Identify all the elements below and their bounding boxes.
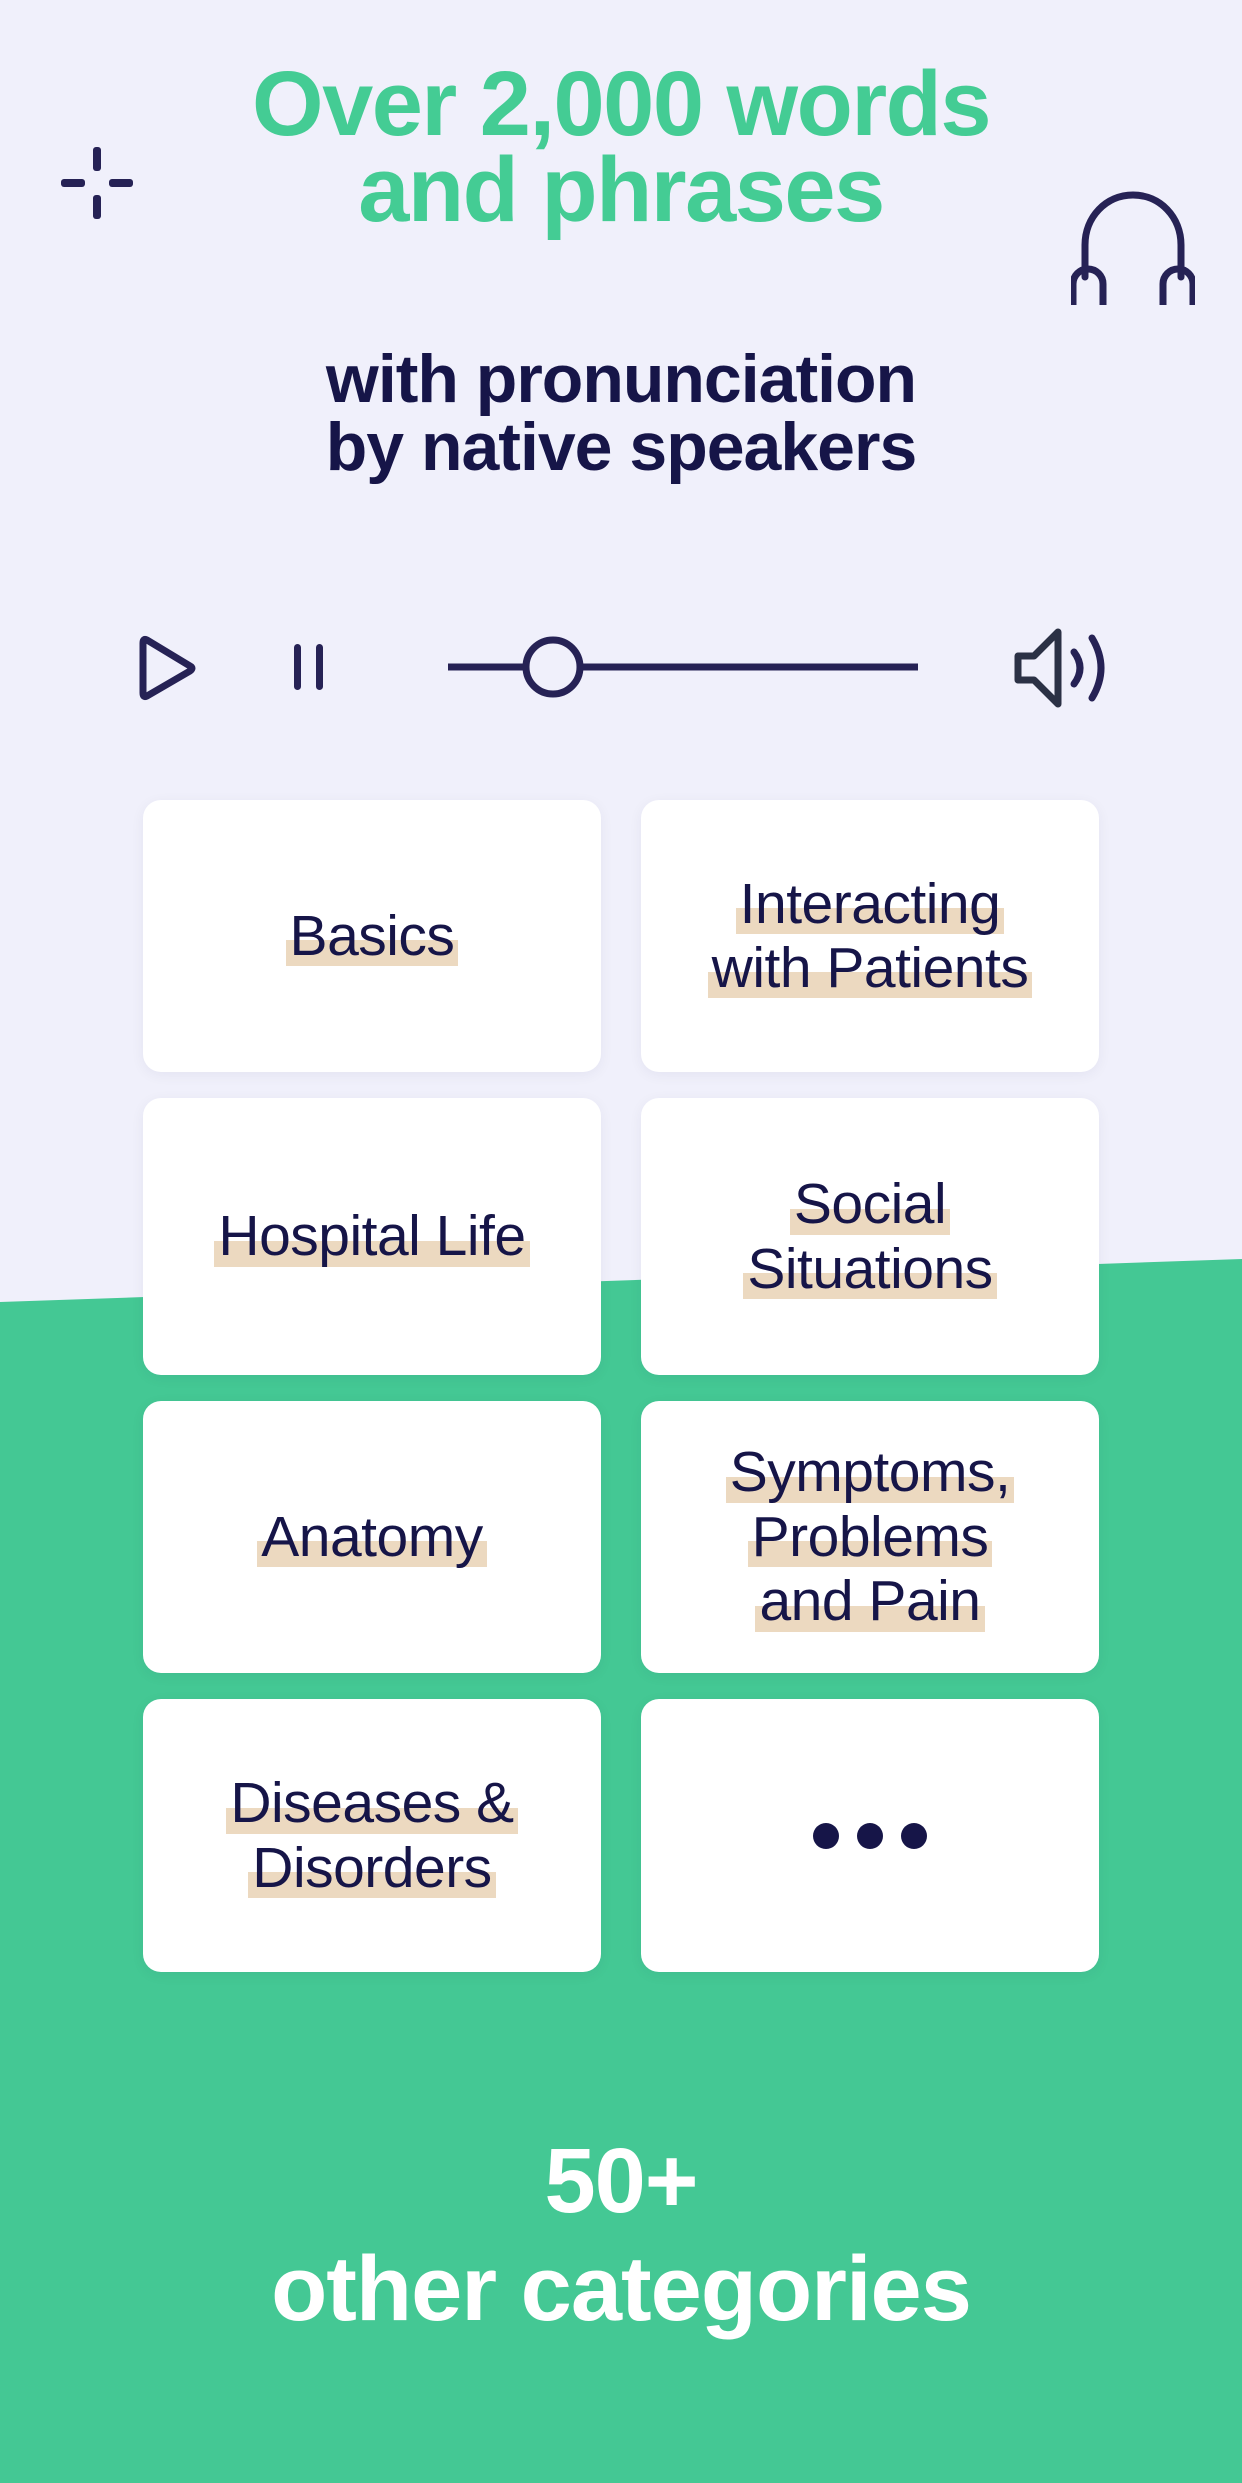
category-row: Diseases & Disorders <box>143 1699 1099 1972</box>
page-headline: Over 2,000 words and phrases <box>252 53 991 241</box>
audio-player-controls <box>0 608 1242 728</box>
other-categories-caption: other categories <box>271 2238 972 2340</box>
category-card-label: Symptoms, Problems and Pain <box>725 1440 1014 1634</box>
promo-screen: Over 2,000 words and phrases with pronun… <box>0 0 1242 2483</box>
category-card-more[interactable] <box>641 1699 1099 1972</box>
category-card-hospital-life[interactable]: Hospital Life <box>143 1098 601 1375</box>
category-card-label: Interacting with Patients <box>707 871 1032 1000</box>
play-icon[interactable] <box>128 630 202 704</box>
category-card-label: Hospital Life <box>214 1204 530 1269</box>
progress-slider[interactable] <box>448 630 918 704</box>
category-row: Hospital Life Social Situations <box>143 1098 1099 1375</box>
category-card-basics[interactable]: Basics <box>143 800 601 1072</box>
volume-speaker-icon[interactable] <box>1012 626 1112 710</box>
category-card-symptoms-problems-and-pain[interactable]: Symptoms, Problems and Pain <box>641 1401 1099 1673</box>
category-row: Basics Interacting with Patients <box>143 800 1099 1072</box>
category-row: Anatomy Symptoms, Problems and Pain <box>143 1401 1099 1673</box>
page-subheadline: with pronunciation by native speakers <box>325 341 918 485</box>
other-categories-count: 50+ <box>544 2130 698 2232</box>
category-grid: Basics Interacting with Patients Hospital… <box>143 800 1099 1998</box>
category-card-label: Social Situations <box>743 1172 997 1301</box>
pause-icon[interactable] <box>278 636 340 698</box>
category-card-label: Basics <box>285 903 459 968</box>
category-card-diseases-and-disorders[interactable]: Diseases & Disorders <box>143 1699 601 1972</box>
footer-section: 50+ other categories <box>0 2135 1242 2335</box>
category-card-label: Anatomy <box>257 1504 488 1569</box>
category-card-interacting-with-patients[interactable]: Interacting with Patients <box>641 800 1099 1072</box>
ellipsis-icon <box>813 1822 927 1849</box>
category-card-social-situations[interactable]: Social Situations <box>641 1098 1099 1375</box>
headphones-icon <box>1071 191 1195 305</box>
category-card-anatomy[interactable]: Anatomy <box>143 1401 601 1673</box>
category-card-label: Diseases & Disorders <box>226 1771 518 1900</box>
